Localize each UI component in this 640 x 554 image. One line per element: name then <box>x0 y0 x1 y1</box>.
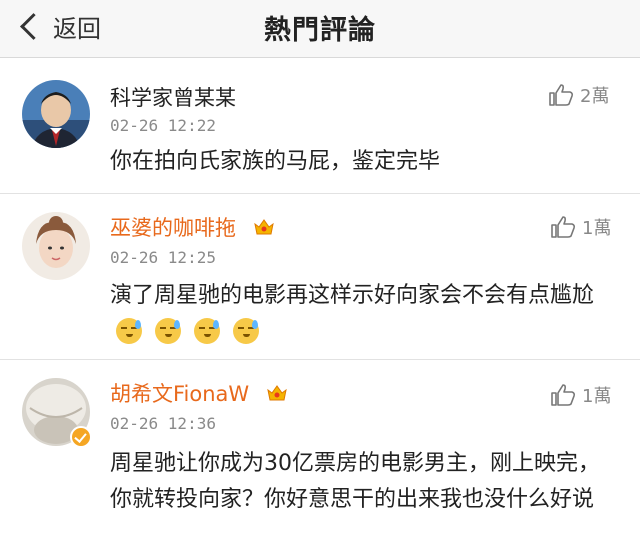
avatar[interactable] <box>22 212 90 280</box>
comment-text-content: 演了周星驰的电影再这样示好向家会不会有点尴尬 <box>110 283 595 308</box>
comment-username[interactable]: 胡希文FionaW <box>110 378 288 408</box>
like-button[interactable]: 2萬 <box>548 82 609 108</box>
vip-crown-icon <box>253 217 275 237</box>
vip-crown-icon <box>266 383 288 403</box>
sweat-emoji-icon <box>233 318 259 344</box>
username-text: 胡希文FionaW <box>110 382 250 406</box>
thumbs-up-icon <box>549 84 574 106</box>
sweat-emoji-icon <box>155 318 181 344</box>
top-nav-bar: 返回 熱門評論 <box>0 0 640 58</box>
like-button[interactable]: 1萬 <box>550 214 611 240</box>
page-title: 熱門評論 <box>264 15 376 46</box>
comment-username[interactable]: 巫婆的咖啡拖 <box>110 212 275 242</box>
like-count: 2萬 <box>580 86 610 107</box>
sweat-emoji-icon <box>116 318 142 344</box>
avatar[interactable] <box>22 80 90 148</box>
comment-item: 巫婆的咖啡拖 02-26 12:25 演了周星驰的电影再这样示好向家会不会有点尴… <box>0 194 640 360</box>
comment-item: 胡希文FionaW 02-26 12:36 周星驰让你成为30亿票房的电影男主，… <box>0 360 640 554</box>
comment-timestamp: 02-26 12:36 <box>110 414 216 433</box>
like-button[interactable]: 1萬 <box>550 382 611 408</box>
comment-timestamp: 02-26 12:22 <box>110 116 216 135</box>
username-text: 巫婆的咖啡拖 <box>110 216 236 240</box>
like-count: 1萬 <box>582 386 612 407</box>
comment-timestamp: 02-26 12:25 <box>110 248 216 267</box>
sweat-emoji-icon <box>194 318 220 344</box>
comment-item: 科学家曾某某 02-26 12:22 你在拍向氏家族的马屁，鉴定完毕 2萬 <box>0 58 640 194</box>
thumbs-up-icon <box>551 216 576 238</box>
comment-text: 你在拍向氏家族的马屁，鉴定完毕 <box>110 149 441 174</box>
verified-badge-icon <box>70 426 92 448</box>
like-count: 1萬 <box>582 218 612 239</box>
comment-username[interactable]: 科学家曾某某 <box>110 82 236 112</box>
comment-text: 周星驰让你成为30亿票房的电影男主，刚上映完，你就转投向家？你好意思干的出来我也… <box>110 451 600 512</box>
thumbs-up-icon <box>551 384 576 406</box>
comment-text: 演了周星驰的电影再这样示好向家会不会有点尴尬 <box>110 278 610 350</box>
